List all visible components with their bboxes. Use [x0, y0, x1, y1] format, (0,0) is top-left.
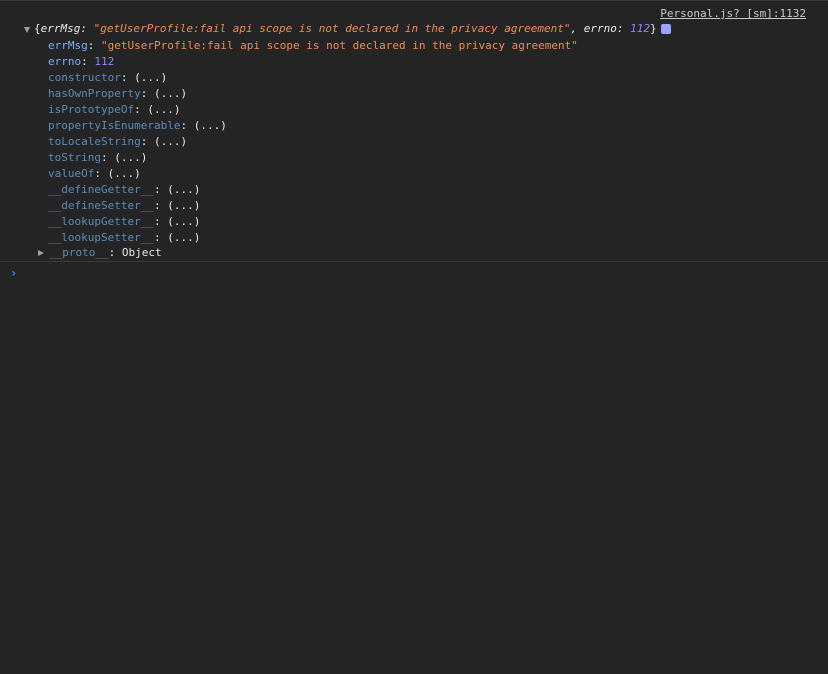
- summary-errmsg-key: errMsg: [40, 22, 81, 35]
- property-sep: :: [153, 183, 168, 196]
- property-row[interactable]: __defineGetter__: (...): [48, 182, 578, 198]
- summary-open-brace: {: [34, 22, 41, 35]
- property-key: toLocaleString: [48, 135, 141, 148]
- console-input[interactable]: [22, 264, 812, 280]
- property-sep: :: [87, 39, 101, 52]
- summary-errno-key: errno: [583, 22, 617, 35]
- property-row[interactable]: errMsg: "getUserProfile:fail api scope i…: [48, 38, 578, 54]
- property-key: toString: [48, 151, 101, 164]
- property-sep: :: [134, 103, 148, 116]
- property-row[interactable]: hasOwnProperty: (...): [48, 86, 578, 102]
- property-key: errno: [48, 55, 82, 68]
- property-getter-value[interactable]: (...): [167, 199, 200, 212]
- property-value: "getUserProfile:fail api scope is not de…: [101, 39, 578, 52]
- property-key: __lookupGetter__: [48, 215, 154, 228]
- property-key: valueOf: [48, 167, 95, 180]
- chevron-right-icon: ›: [10, 266, 18, 280]
- object-summary[interactable]: { errMsg : "getUserProfile:fail api scop…: [24, 22, 671, 36]
- triangle-right-icon[interactable]: [38, 250, 44, 256]
- summary-colon-2: :: [616, 22, 631, 35]
- property-getter-value[interactable]: (...): [154, 135, 187, 148]
- summary-comma: ,: [570, 22, 584, 35]
- property-row[interactable]: __lookupGetter__: (...): [48, 214, 578, 230]
- source-link[interactable]: Personal.js? [sm]:1132: [660, 7, 806, 20]
- proto-key: __proto__: [49, 246, 109, 259]
- summary-colon: :: [80, 22, 94, 35]
- property-row[interactable]: constructor: (...): [48, 70, 578, 86]
- property-row[interactable]: isPrototypeOf: (...): [48, 102, 578, 118]
- property-sep: :: [153, 231, 168, 244]
- property-row[interactable]: toString: (...): [48, 150, 578, 166]
- property-row[interactable]: errno: 112: [48, 54, 578, 70]
- property-sep: :: [140, 87, 154, 100]
- property-getter-value[interactable]: (...): [114, 151, 147, 164]
- property-getter-value[interactable]: (...): [167, 183, 200, 196]
- console-message: Personal.js? [sm]:1132 { errMsg : "getUs…: [0, 1, 828, 262]
- property-getter-value[interactable]: (...): [147, 103, 180, 116]
- property-sep: :: [81, 55, 95, 68]
- property-sep: :: [120, 71, 135, 84]
- property-key: propertyIsEnumerable: [48, 119, 181, 132]
- property-sep: :: [153, 199, 168, 212]
- console-panel: Personal.js? [sm]:1132 { errMsg : "getUs…: [0, 0, 828, 674]
- property-getter-value[interactable]: (...): [108, 167, 141, 180]
- property-sep: :: [153, 215, 168, 228]
- property-key: __defineSetter__: [48, 199, 154, 212]
- proto-row[interactable]: __proto__ : Object: [38, 246, 162, 260]
- property-sep: :: [140, 135, 154, 148]
- summary-errno-value: 112: [630, 22, 650, 35]
- property-key: isPrototypeOf: [48, 103, 135, 116]
- property-getter-value[interactable]: (...): [194, 119, 227, 132]
- proto-sep: :: [108, 246, 122, 259]
- proto-value: Object: [121, 246, 162, 259]
- property-key: hasOwnProperty: [48, 87, 141, 100]
- property-key: constructor: [48, 71, 121, 84]
- info-badge-icon[interactable]: [660, 24, 671, 34]
- property-getter-value[interactable]: (...): [167, 231, 200, 244]
- property-sep: :: [94, 167, 108, 180]
- property-row[interactable]: __defineSetter__: (...): [48, 198, 578, 214]
- summary-errmsg-value: "getUserProfile:fail api scope is not de…: [93, 22, 571, 35]
- property-list: errMsg: "getUserProfile:fail api scope i…: [48, 38, 578, 246]
- property-key: errMsg: [48, 39, 88, 52]
- property-sep: :: [180, 119, 194, 132]
- property-row[interactable]: __lookupSetter__: (...): [48, 230, 578, 246]
- property-value: 112: [94, 55, 115, 68]
- property-row[interactable]: valueOf: (...): [48, 166, 578, 182]
- property-getter-value[interactable]: (...): [154, 87, 187, 100]
- property-sep: :: [100, 151, 115, 164]
- property-getter-value[interactable]: (...): [167, 215, 200, 228]
- property-row[interactable]: toLocaleString: (...): [48, 134, 578, 150]
- property-row[interactable]: propertyIsEnumerable: (...): [48, 118, 578, 134]
- triangle-down-icon[interactable]: [24, 26, 30, 33]
- summary-close-brace: }: [649, 22, 657, 35]
- property-getter-value[interactable]: (...): [134, 71, 167, 84]
- property-key: __lookupSetter__: [48, 231, 154, 244]
- property-key: __defineGetter__: [48, 183, 154, 196]
